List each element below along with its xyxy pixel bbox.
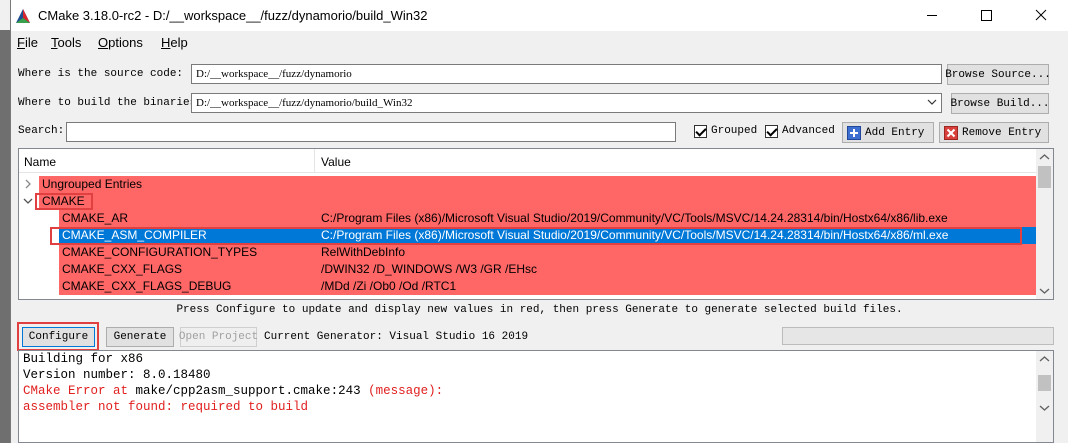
tree-scrollbar[interactable]	[1036, 149, 1053, 299]
minimize-button[interactable]	[909, 0, 955, 31]
search-input[interactable]	[66, 122, 676, 142]
maximize-button[interactable]	[963, 0, 1009, 31]
entry-name: CMAKE_CXX_FLAGS_DEBUG	[62, 279, 232, 293]
group-row-cmake[interactable]: CMAKE	[19, 193, 1036, 210]
plus-icon	[847, 125, 861, 140]
log-scrollbar-thumb[interactable]	[1038, 375, 1051, 391]
scroll-down-icon[interactable]	[1036, 399, 1053, 416]
tree-row[interactable]: CMAKE_CXX_FLAGS_DEBUG /MDd /Zi /Ob0 /Od …	[19, 278, 1036, 295]
search-label: Search:	[18, 125, 65, 137]
cmake-group-highlight-box	[35, 193, 93, 210]
menu-tools[interactable]: Tools	[51, 35, 81, 50]
log-line-error: CMake Error at make/cpp2asm_support.cmak…	[23, 384, 444, 398]
browse-build-button[interactable]: Browse Build...	[950, 93, 1050, 114]
column-separator[interactable]	[314, 149, 315, 173]
advanced-label: Advanced	[782, 125, 835, 137]
configure-highlight-box	[17, 322, 99, 351]
grouped-checkbox[interactable]	[694, 125, 707, 138]
remove-icon	[944, 125, 958, 140]
log-line: Version number: 8.0.18480	[23, 368, 211, 382]
chevron-down-icon[interactable]	[927, 97, 937, 110]
build-path-value: D:/__workspace__/fuzz/dynamorio/build_Wi…	[196, 97, 413, 109]
grouped-label: Grouped	[711, 125, 758, 137]
menu-options[interactable]: Options	[98, 35, 143, 50]
group-row-ungrouped[interactable]: Ungrouped Entries	[19, 176, 1036, 193]
status-hint-text: Press Configure to update and display ne…	[176, 304, 903, 316]
build-path-combobox[interactable]: D:/__workspace__/fuzz/dynamorio/build_Wi…	[191, 93, 942, 113]
cmake-gui-window: CMake 3.18.0-rc2 - D:/__workspace__/fuzz…	[10, 0, 1068, 443]
scroll-down-icon[interactable]	[1036, 282, 1053, 299]
window-title: CMake 3.18.0-rc2 - D:/__workspace__/fuzz…	[38, 8, 428, 23]
tree-row[interactable]: CMAKE_CONFIGURATION_TYPES RelWithDebInfo	[19, 244, 1036, 261]
title-bar[interactable]: CMake 3.18.0-rc2 - D:/__workspace__/fuzz…	[11, 0, 1068, 31]
build-label: Where to build the binaries:	[18, 97, 203, 109]
open-project-button[interactable]: Open Project	[179, 327, 258, 347]
log-scrollbar[interactable]	[1036, 351, 1053, 442]
source-label: Where is the source code:	[18, 68, 184, 80]
tree-header: Name Value	[19, 149, 1036, 173]
remove-entry-button[interactable]: Remove Entry	[939, 122, 1049, 143]
generate-button[interactable]: Generate	[106, 327, 174, 347]
asm-compiler-highlight-box	[50, 227, 1022, 245]
add-entry-button[interactable]: Add Entry	[842, 122, 934, 143]
menu-help[interactable]: Help	[161, 35, 188, 50]
error-file-ref: make/cpp2asm_support.cmake:243	[135, 384, 361, 398]
cmake-logo-icon	[15, 8, 31, 29]
browse-source-button[interactable]: Browse Source...	[945, 64, 1051, 85]
current-generator-label: Current Generator: Visual Studio 16 2019	[264, 331, 529, 343]
menu-file[interactable]: File	[17, 35, 38, 50]
progress-bar	[782, 327, 1054, 345]
cache-entries-tree[interactable]: Name Value Ungrouped Entries CMAKE CMAKE…	[18, 148, 1054, 300]
log-line: Building for x86	[23, 352, 144, 366]
log-line-error: assembler not found: required to build	[23, 400, 309, 414]
entry-value: C:/Program Files (x86)/Microsoft Visual …	[321, 211, 948, 225]
source-path-input[interactable]: D:/__workspace__/fuzz/dynamorio	[191, 64, 942, 84]
name-column-header[interactable]: Name	[24, 155, 56, 169]
entry-name: CMAKE_CXX_FLAGS	[62, 262, 183, 276]
menu-bar: File Tools Options Help	[11, 31, 1068, 53]
close-button[interactable]	[1018, 0, 1064, 31]
entry-name: CMAKE_CONFIGURATION_TYPES	[62, 245, 258, 259]
scroll-up-icon[interactable]	[1036, 149, 1053, 166]
entry-value: /DWIN32 /D_WINDOWS /W3 /GR /EHsc	[321, 262, 538, 276]
entry-value: RelWithDebInfo	[321, 245, 406, 259]
value-column-header[interactable]: Value	[321, 155, 351, 169]
advanced-checkbox[interactable]	[765, 125, 778, 138]
entry-name: CMAKE_AR	[62, 211, 129, 225]
output-log[interactable]: Building for x86 Version number: 8.0.184…	[18, 350, 1054, 443]
entry-value: /MDd /Zi /Ob0 /Od /RTC1	[321, 279, 457, 293]
scroll-up-icon[interactable]	[1036, 351, 1053, 368]
chevron-down-icon[interactable]	[23, 196, 33, 209]
tree-row[interactable]: CMAKE_CXX_FLAGS /DWIN32 /D_WINDOWS /W3 /…	[19, 261, 1036, 278]
tree-scrollbar-thumb[interactable]	[1038, 166, 1051, 188]
tree-row[interactable]: CMAKE_AR C:/Program Files (x86)/Microsof…	[19, 210, 1036, 227]
chevron-right-icon[interactable]	[24, 179, 32, 192]
